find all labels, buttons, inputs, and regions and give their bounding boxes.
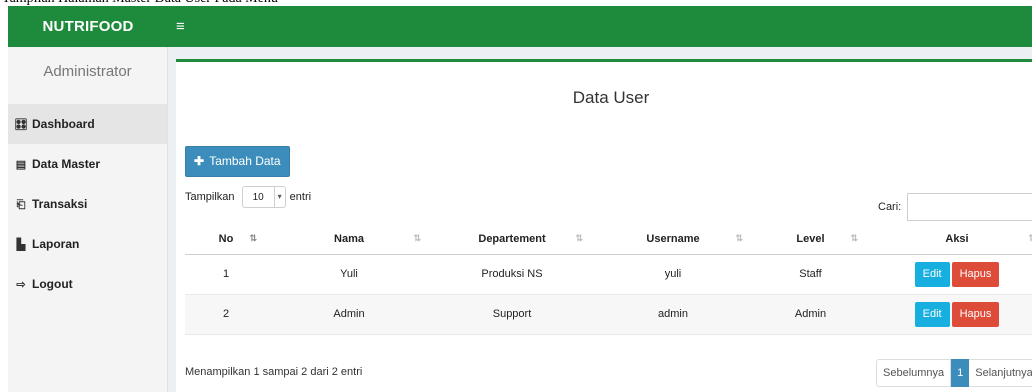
column-header-nama[interactable]: Nama ⇅ [267, 225, 431, 255]
pagination-page-1[interactable]: 1 [951, 359, 970, 387]
sidebar-item-transaksi[interactable]: ⎗ Transaksi [8, 184, 167, 224]
add-data-button[interactable]: ✚ Tambah Data [185, 146, 290, 177]
table-info: Menampilkan 1 sampai 2 dari 2 entri [185, 366, 363, 378]
cell-departement: Produksi NS [431, 254, 593, 295]
logout-icon: ⇨ [16, 279, 26, 291]
content-area: Data User ✚ Tambah Data Tampilkan 10 ▾ en… [168, 47, 1032, 392]
column-header-username[interactable]: Username ⇅ [593, 225, 753, 255]
table-header-row: No ⇅ Nama ⇅ Departement ⇅ Username ⇅ Level ⇅ … [185, 225, 1032, 255]
length-select[interactable]: 10 ▾ [241, 186, 286, 209]
plus-icon: ✚ [194, 154, 205, 168]
edit-button[interactable]: Edit [914, 301, 950, 327]
cell-username: admin [593, 294, 753, 335]
sidebar-item-label: Dashboard [32, 117, 95, 131]
sidebar: Administrator 🎛 Dashboard ▤ Data Master ⎗ T… [8, 47, 168, 392]
sort-icon: ⇅ [413, 233, 421, 243]
page-title: Data User [572, 88, 650, 107]
cell-nama: Admin [267, 294, 431, 335]
table-row: 2 Admin Support admin Admin Edit Hapus [185, 294, 1032, 335]
cell-level: Admin [753, 294, 868, 335]
length-value: 10 [252, 192, 264, 204]
hamburger-icon[interactable]: ≡ [176, 6, 185, 47]
search-label: Cari: [878, 200, 902, 213]
add-data-label: Tambah Data [209, 154, 281, 168]
sidebar-item-data-master[interactable]: ▤ Data Master [8, 144, 167, 184]
column-header-departement[interactable]: Departement ⇅ [431, 225, 593, 255]
dashboard-icon: 🎛 [14, 119, 28, 131]
pagination-next[interactable]: Selanjutnya [969, 359, 1032, 387]
edit-button[interactable]: Edit [914, 261, 950, 287]
cell-departement: Support [431, 294, 593, 335]
sidebar-item-laporan[interactable]: ▙ Laporan [8, 224, 167, 264]
sort-icon: ⇅ [249, 233, 257, 243]
delete-button[interactable]: Hapus [951, 301, 1000, 327]
sort-icon: ⇅ [735, 233, 743, 243]
sidebar-item-label: Laporan [32, 237, 80, 251]
sidebar-user-label: Administrator [43, 63, 132, 80]
cell-level: Staff [753, 254, 868, 295]
cell-username: yuli [593, 254, 753, 295]
file-icon: ▙ [16, 239, 26, 251]
sort-icon: ⇅ [575, 233, 583, 243]
archive-box-icon: ▤ [15, 159, 27, 171]
brand-logo[interactable]: NUTRIFOOD [8, 6, 168, 47]
transaction-icon: ⎗ [16, 199, 26, 211]
data-user-box: Data User ✚ Tambah Data Tampilkan 10 ▾ en… [176, 59, 1032, 392]
table-row: 1 Yuli Produksi NS yuli Staff Edit Hapus [185, 254, 1032, 295]
cell-aksi: Edit Hapus [868, 294, 1032, 335]
sidebar-item-label: Transaksi [32, 197, 88, 211]
column-header-aksi[interactable]: Aksi⇅ [868, 225, 1032, 255]
cell-aksi: Edit Hapus [868, 254, 1032, 295]
sidebar-item-label: Data Master [32, 157, 101, 171]
chevron-down-icon: ▾ [273, 187, 285, 208]
top-navbar: NUTRIFOOD ≡ [8, 6, 1032, 47]
sort-icon: ⇅ [1028, 233, 1032, 244]
delete-button[interactable]: Hapus [951, 261, 1000, 287]
sidebar-item-label: Logout [32, 277, 73, 291]
user-table: No ⇅ Nama ⇅ Departement ⇅ Username ⇅ Level ⇅ … [185, 225, 1032, 335]
search-input[interactable] [907, 193, 1032, 221]
sidebar-item-dashboard[interactable]: 🎛 Dashboard [8, 104, 167, 144]
length-control: Tampilkan 10 ▾ entri [185, 186, 311, 210]
cell-nama: Yuli [267, 254, 431, 295]
cell-no: 1 [185, 254, 267, 295]
column-header-level[interactable]: Level ⇅ [753, 225, 868, 255]
length-suffix: entri [289, 191, 312, 203]
search-control: Cari: [878, 193, 1032, 221]
pagination: Sebelumnya 1 Selanjutnya [876, 359, 1032, 387]
sidebar-item-logout[interactable]: ⇨ Logout [8, 264, 167, 304]
pagination-prev[interactable]: Sebelumnya [876, 359, 952, 387]
cell-no: 2 [185, 294, 267, 335]
column-header-no[interactable]: No ⇅ [185, 225, 267, 255]
length-prefix: Tampilkan [185, 191, 235, 203]
sort-icon: ⇅ [850, 233, 858, 243]
